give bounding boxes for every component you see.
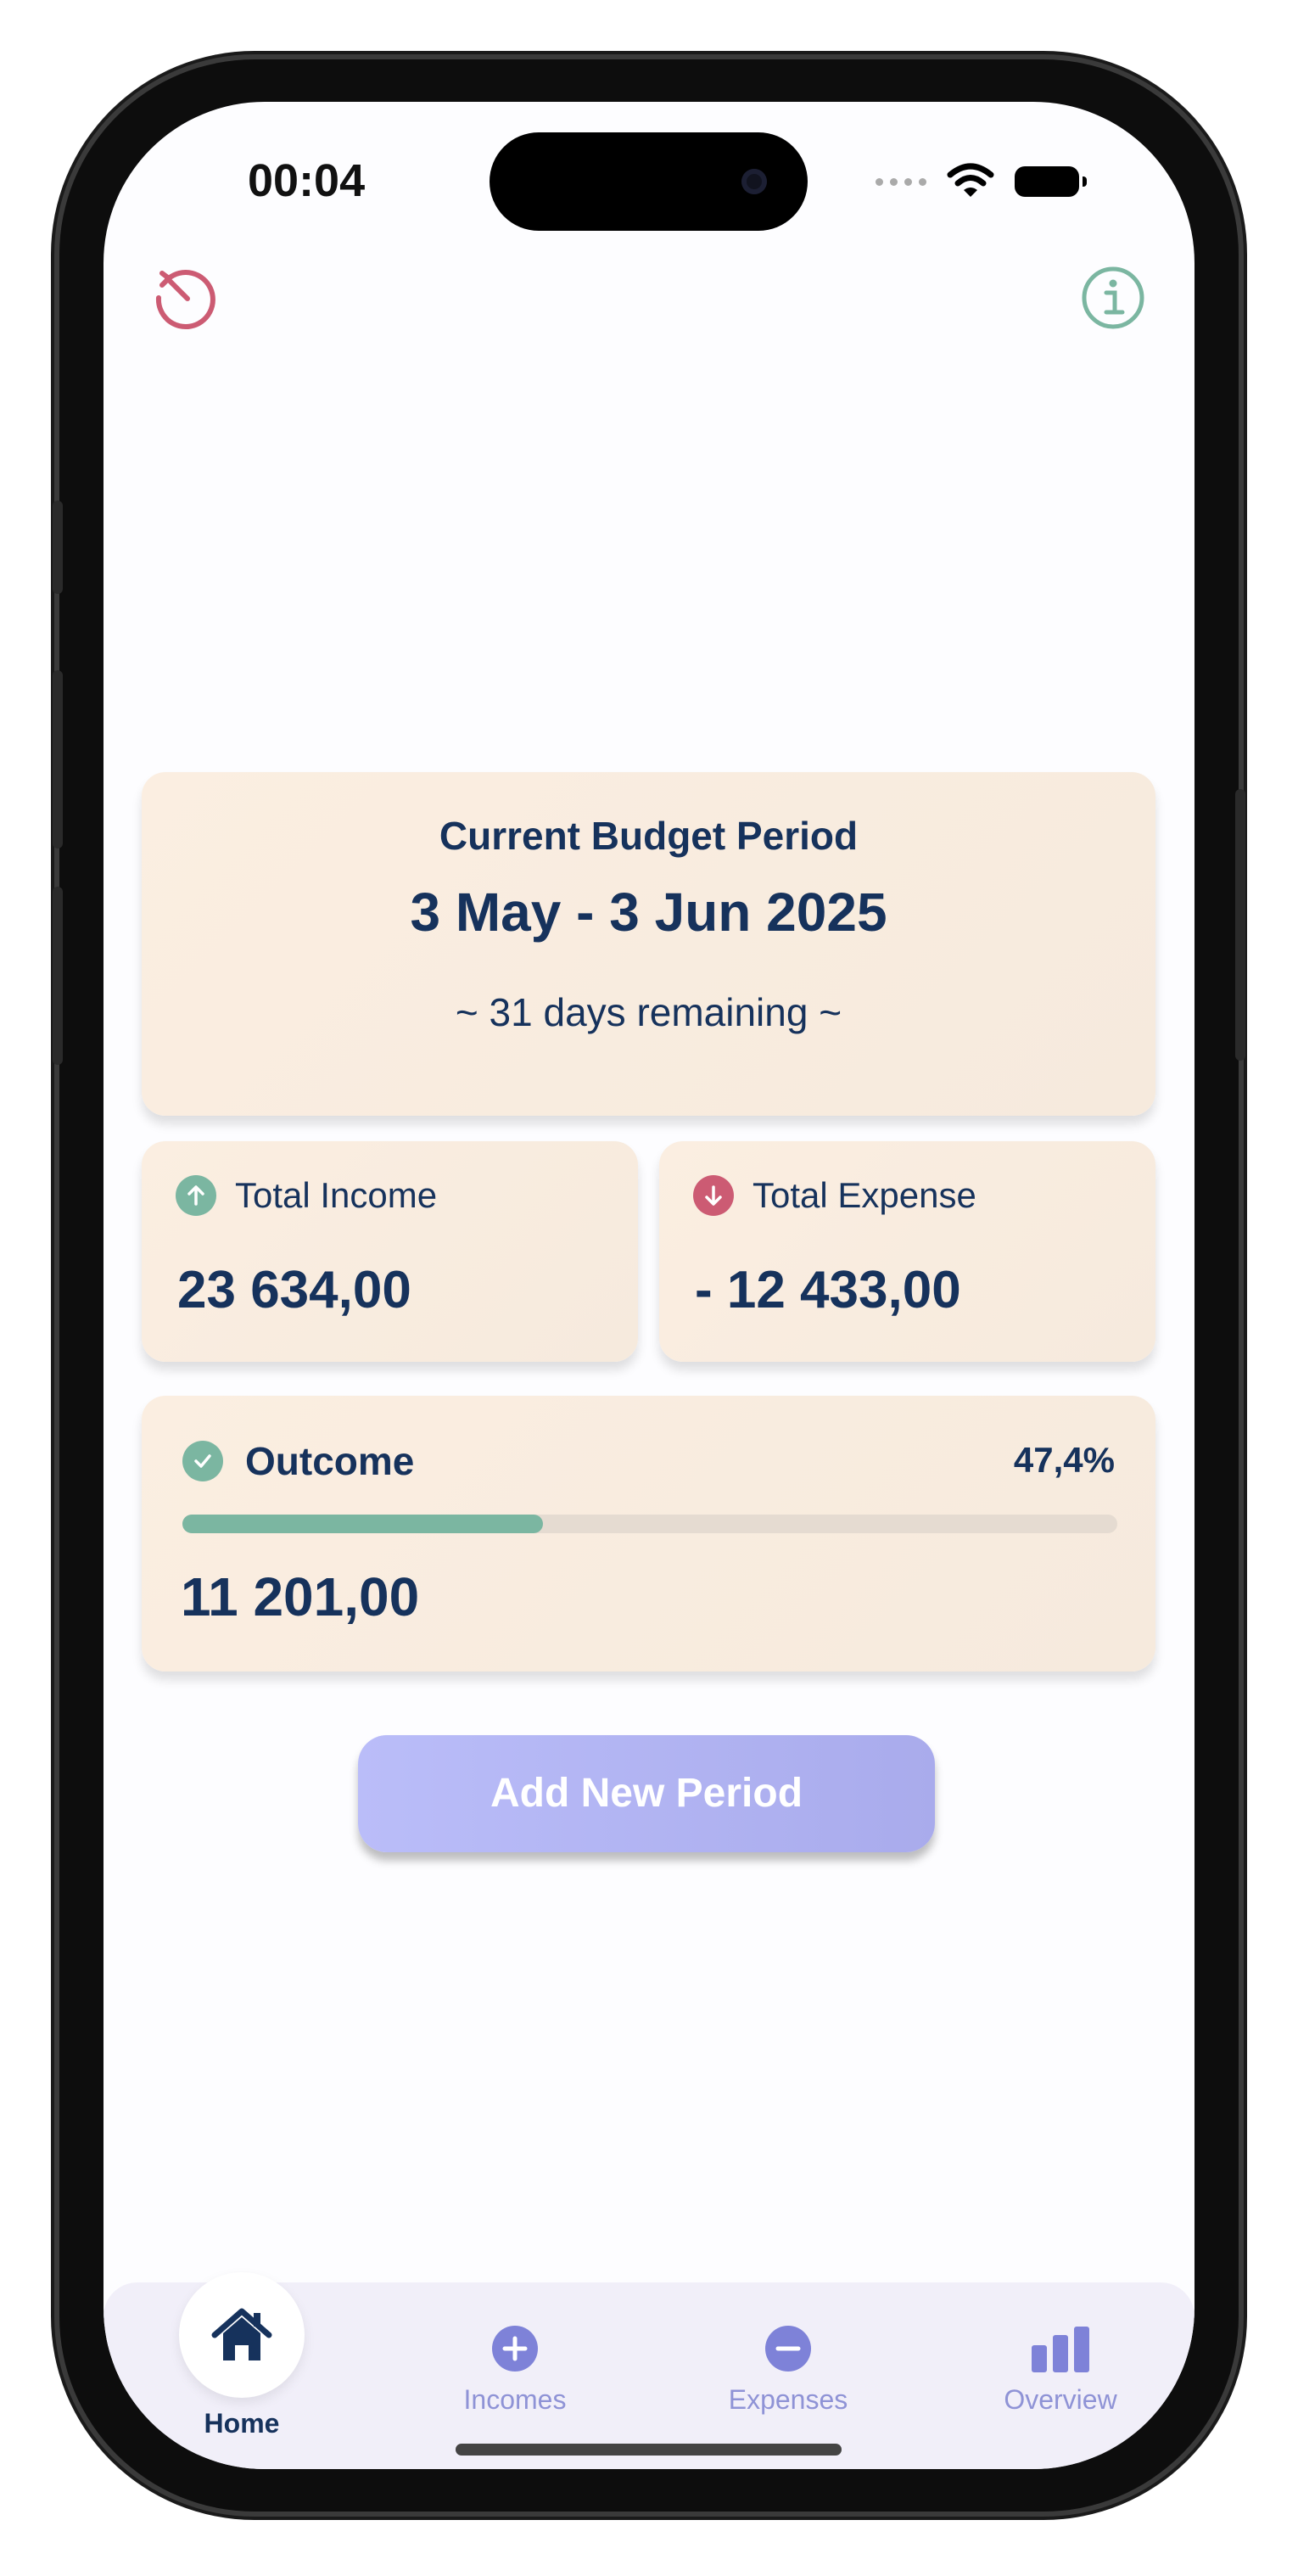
tab-incomes-label: Incomes [463, 2384, 567, 2415]
tab-incomes[interactable]: Incomes [413, 2325, 617, 2416]
period-title: Current Budget Period [439, 814, 859, 858]
income-value: 23 634,00 [177, 1261, 411, 1319]
app-screen: 00:04 Current Budget Period 3 May - 3 Ju… [104, 102, 1194, 2469]
tab-expenses-label: Expenses [728, 2384, 848, 2415]
volume-down-button [53, 887, 63, 1065]
plus-circle-icon [492, 2326, 538, 2372]
tab-home[interactable]: Home [140, 2272, 344, 2439]
reset-period-icon[interactable] [150, 263, 220, 333]
minus-circle-icon [765, 2326, 811, 2372]
volume-up-button [53, 670, 63, 848]
income-label: Total Income [235, 1175, 438, 1215]
dynamic-island [490, 132, 808, 231]
power-button [1235, 789, 1245, 1061]
action-button [53, 501, 63, 594]
total-income-card[interactable]: Total Income 23 634,00 [142, 1141, 638, 1362]
battery-icon [1015, 166, 1087, 197]
bar-chart-icon [1032, 2327, 1089, 2372]
wifi-icon [947, 163, 994, 197]
status-indicators [876, 163, 1087, 200]
house-icon [211, 2308, 272, 2360]
home-indicator [456, 2444, 842, 2456]
days-remaining: ~ 31 days remaining ~ [455, 990, 842, 1034]
tab-expenses[interactable]: Expenses [686, 2325, 890, 2416]
tab-bar: Home Incomes Expenses Overview [104, 2272, 1194, 2469]
info-icon[interactable] [1078, 263, 1148, 333]
expense-label: Total Expense [753, 1175, 976, 1215]
arrow-down-icon [693, 1175, 734, 1216]
checkmark-icon [182, 1441, 223, 1481]
tab-overview-label: Overview [1004, 2384, 1117, 2415]
add-new-period-button[interactable]: Add New Period [358, 1735, 935, 1852]
outcome-percent: 47,4% [1013, 1440, 1115, 1480]
tab-home-label: Home [204, 2408, 280, 2439]
budget-period-card: Current Budget Period 3 May - 3 Jun 2025… [142, 772, 1155, 1116]
outcome-label: Outcome [245, 1439, 415, 1483]
status-time: 00:04 [248, 155, 366, 206]
period-dates: 3 May - 3 Jun 2025 [410, 882, 887, 943]
outcome-progress-bar [182, 1515, 1117, 1533]
cellular-signal-icon [876, 177, 926, 186]
outcome-card: Outcome 47,4% 11 201,00 [142, 1396, 1155, 1672]
outcome-progress-fill [182, 1515, 544, 1533]
arrow-up-icon [176, 1175, 216, 1216]
tab-overview[interactable]: Overview [959, 2325, 1162, 2416]
outcome-value: 11 201,00 [181, 1566, 420, 1627]
home-bubble [179, 2272, 305, 2398]
camera-dot [741, 169, 767, 194]
expense-value: - 12 433,00 [695, 1261, 961, 1319]
total-expense-card[interactable]: Total Expense - 12 433,00 [659, 1141, 1155, 1362]
